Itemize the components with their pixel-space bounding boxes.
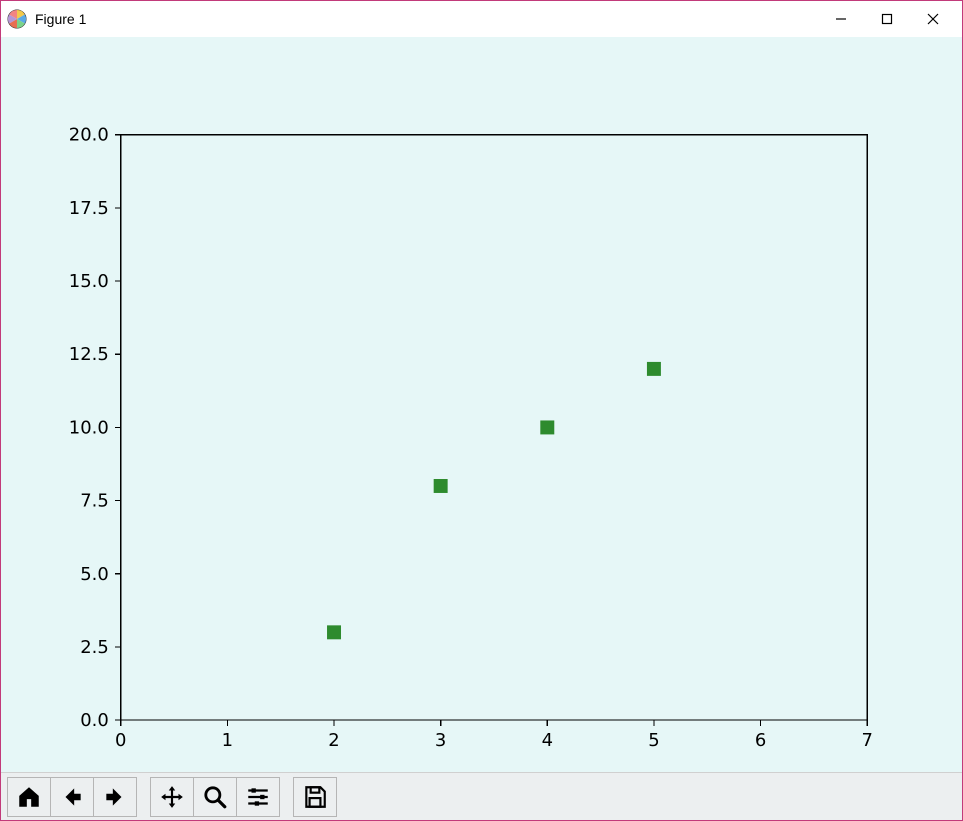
home-button[interactable]	[7, 777, 51, 817]
maximize-button[interactable]	[864, 4, 910, 34]
forward-button[interactable]	[93, 777, 137, 817]
arrow-right-icon	[102, 784, 128, 810]
window-title: Figure 1	[35, 11, 86, 27]
y-tick-label: 10.0	[69, 417, 109, 438]
y-tick-label: 7.5	[80, 491, 109, 512]
app-icon	[7, 9, 27, 29]
x-tick-label: 4	[542, 730, 553, 751]
zoom-button[interactable]	[193, 777, 237, 817]
matplotlib-toolbar	[1, 772, 962, 820]
y-tick-label: 12.5	[69, 344, 109, 365]
minimize-button[interactable]	[818, 4, 864, 34]
y-tick-label: 15.0	[69, 271, 109, 292]
home-icon	[16, 784, 42, 810]
close-icon	[927, 13, 939, 25]
data-point	[327, 625, 341, 639]
back-button[interactable]	[50, 777, 94, 817]
save-icon	[302, 784, 328, 810]
y-tick-label: 0.0	[80, 710, 109, 731]
data-point	[647, 362, 661, 376]
pan-button[interactable]	[150, 777, 194, 817]
scatter-chart: 0 1 2 3 4 5 6 7 0.0 2.5 5.0 7.5 10.0 12.5 15.0 17.5 20.0	[1, 37, 962, 772]
save-button[interactable]	[293, 777, 337, 817]
data-point	[540, 420, 554, 434]
x-tick-label: 0	[115, 730, 126, 751]
data-point	[434, 479, 448, 493]
axes-frame	[121, 135, 867, 720]
y-tick-label: 20.0	[69, 125, 109, 146]
titlebar: Figure 1	[1, 1, 962, 37]
x-tick-label: 5	[648, 730, 659, 751]
window-controls	[818, 4, 956, 34]
sliders-icon	[245, 784, 271, 810]
maximize-icon	[881, 13, 893, 25]
x-tick-label: 6	[755, 730, 766, 751]
x-tick-label: 1	[222, 730, 233, 751]
y-tick-label: 17.5	[69, 198, 109, 219]
minimize-icon	[835, 13, 847, 25]
x-tick-label: 2	[328, 730, 339, 751]
magnifier-icon	[202, 784, 228, 810]
move-icon	[159, 784, 185, 810]
plot-area[interactable]: 0 1 2 3 4 5 6 7 0.0 2.5 5.0 7.5 10.0 12.5 15.0 17.5 20.0	[1, 37, 962, 772]
close-button[interactable]	[910, 4, 956, 34]
configure-button[interactable]	[236, 777, 280, 817]
y-tick-label: 5.0	[80, 564, 109, 585]
arrow-left-icon	[59, 784, 85, 810]
x-tick-label: 7	[861, 730, 872, 751]
x-tick-label: 3	[435, 730, 446, 751]
y-tick-label: 2.5	[80, 637, 109, 658]
